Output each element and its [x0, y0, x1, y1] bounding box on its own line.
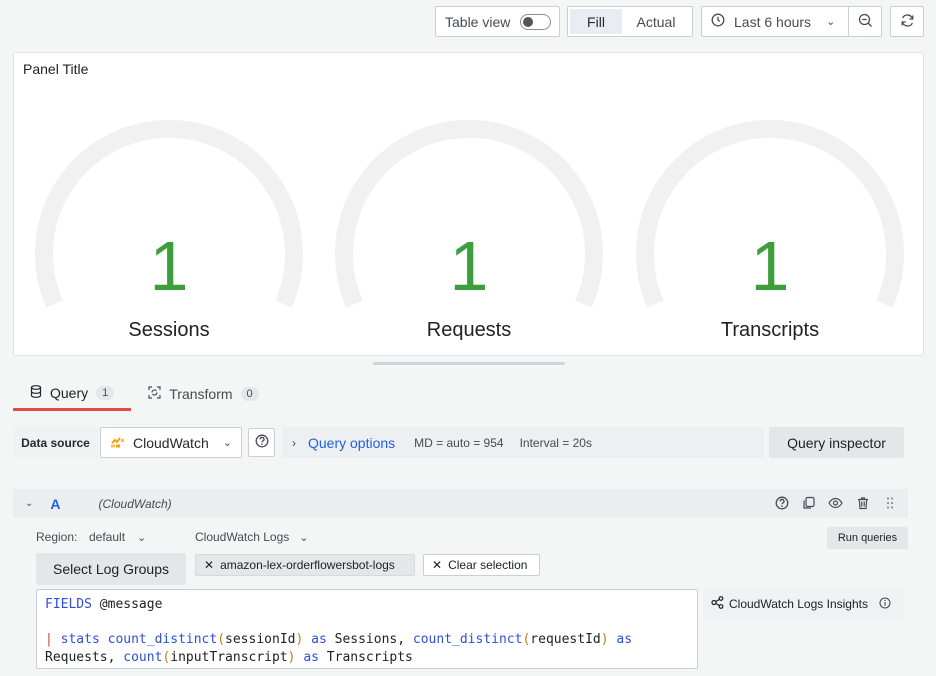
region-label: Region: [36, 530, 78, 544]
duplicate-icon[interactable] [800, 494, 817, 511]
code-paren: ) [287, 649, 296, 665]
collapse-chevron-icon[interactable]: ⌄ [25, 498, 33, 509]
code-text: inputTranscript [170, 649, 288, 665]
gauge-panel: Panel Title 1 Sessions 1 Requests 1 Tran… [13, 52, 924, 356]
gauge-requests: 1 Requests [334, 119, 604, 349]
remove-icon[interactable]: ✕ [204, 558, 214, 572]
actual-option[interactable]: Actual [622, 9, 690, 34]
max-data-points: MD = auto = 954 [414, 435, 504, 450]
log-group-chip: ✕ amazon-lex-orderflowersbot-logs [195, 554, 415, 576]
gauge-value: 1 [449, 227, 489, 305]
toggle-switch[interactable] [520, 13, 552, 30]
run-queries-button[interactable]: Run queries [827, 527, 908, 549]
clock-icon [711, 13, 725, 30]
code-keyword: as [303, 649, 319, 665]
cloudwatch-logs-insights-link[interactable]: CloudWatch Logs Insights [703, 589, 904, 619]
refresh-icon [900, 13, 915, 31]
gauge-transcripts: 1 Transcripts [635, 119, 905, 349]
code-paren: ( [217, 632, 226, 647]
gauge-label: Requests [426, 319, 512, 341]
code-text: requestId [530, 632, 601, 647]
datasource-help-button[interactable] [248, 428, 275, 457]
datasource-picker[interactable]: CloudWatch ⌄ [100, 427, 242, 458]
query-ref-id[interactable]: A [50, 496, 60, 512]
query-datasource-name: (CloudWatch) [98, 496, 172, 511]
help-icon[interactable] [773, 494, 790, 511]
region-select[interactable]: default ⌄ [89, 530, 146, 544]
tab-query-label: Query [50, 384, 89, 401]
query-inspector-button[interactable]: Query inspector [769, 427, 904, 458]
gauge-value: 1 [750, 227, 790, 305]
query-mode-value: CloudWatch Logs [195, 530, 290, 544]
cloudwatch-logo-icon [110, 434, 125, 452]
editor-tabs: Query 1 Transform 0 [13, 380, 276, 411]
info-icon [879, 596, 891, 612]
code-paren: ) [600, 632, 609, 647]
code-text: Requests, [45, 649, 124, 665]
tab-query-count: 1 [96, 385, 115, 400]
transform-icon [148, 386, 161, 402]
zoom-out-icon [858, 13, 873, 31]
question-circle-icon [255, 434, 269, 451]
log-group-name: amazon-lex-orderflowersbot-logs [220, 558, 395, 572]
gauge-label: Transcripts [720, 319, 820, 341]
database-icon [30, 384, 42, 401]
table-view-toggle[interactable]: Table view [435, 6, 560, 37]
region-value: default [89, 530, 126, 544]
query-options[interactable]: › Query options MD = auto = 954 Interval… [282, 427, 764, 458]
gauge-sessions: 1 Sessions [34, 119, 304, 349]
time-range-picker[interactable]: Last 6 hours ⌄ [701, 6, 849, 37]
query-row-header: ⌄ A (CloudWatch) [13, 489, 908, 518]
code-function: count_distinct [107, 632, 218, 647]
table-view-label: Table view [445, 13, 511, 30]
insights-label: CloudWatch Logs Insights [729, 597, 868, 611]
code-pipe: | [45, 632, 53, 647]
dashboard-toolbar: Table view Fill Actual Last 6 hours ⌄ [0, 6, 936, 38]
code-keyword: as [616, 632, 633, 647]
close-icon: ✕ [432, 558, 443, 572]
fill-option[interactable]: Fill [570, 9, 622, 34]
clear-selection-button[interactable]: ✕ Clear selection [423, 554, 540, 576]
code-function: count [123, 649, 163, 665]
panel-resize-handle[interactable] [373, 362, 565, 365]
clear-selection-label: Clear selection [448, 558, 528, 572]
tab-transform-count: 0 [240, 387, 259, 401]
interval: Interval = 20s [519, 435, 592, 450]
code-function: count_distinct [412, 632, 523, 647]
chevron-down-icon: ⌄ [137, 532, 147, 544]
chevron-down-icon: ⌄ [826, 16, 836, 28]
chevron-right-icon: › [292, 435, 296, 450]
panel-title[interactable]: Panel Title [23, 61, 88, 77]
code-keyword: stats [60, 632, 100, 647]
query-row-actions [773, 494, 898, 511]
code-keyword: FIELDS [45, 597, 92, 612]
drag-handle-icon[interactable] [881, 494, 898, 511]
fill-actual-switch: Fill Actual [567, 6, 693, 37]
query-options-title: Query options [308, 434, 396, 451]
chevron-down-icon: ⌄ [222, 437, 232, 449]
code-keyword: as [311, 632, 327, 647]
code-text: Sessions, [326, 632, 413, 647]
share-icon [711, 596, 724, 612]
tab-transform-label: Transform [169, 386, 233, 402]
datasource-label: Data source [13, 427, 98, 458]
tab-transform[interactable]: Transform 0 [131, 380, 275, 408]
trash-icon[interactable] [854, 494, 871, 511]
code-text: sessionId [225, 632, 296, 647]
zoom-out-button[interactable] [848, 6, 882, 37]
eye-icon[interactable] [827, 494, 844, 511]
gauge-value: 1 [149, 227, 189, 305]
tab-query[interactable]: Query 1 [13, 380, 132, 411]
code-text: Transcripts [318, 649, 413, 665]
datasource-selected: CloudWatch [133, 434, 209, 451]
time-range-label: Last 6 hours [734, 13, 812, 30]
select-log-groups-button[interactable]: Select Log Groups [36, 553, 186, 585]
query-mode-select[interactable]: CloudWatch Logs ⌄ [195, 530, 309, 544]
chevron-down-icon: ⌄ [299, 532, 309, 544]
gauge-label: Sessions [128, 319, 210, 341]
code-text: @message [91, 597, 163, 612]
query-code-editor[interactable]: FIELDS @message | stats count_distinct(s… [36, 589, 698, 669]
refresh-button[interactable] [890, 6, 924, 37]
code-paren: ) [295, 632, 304, 647]
